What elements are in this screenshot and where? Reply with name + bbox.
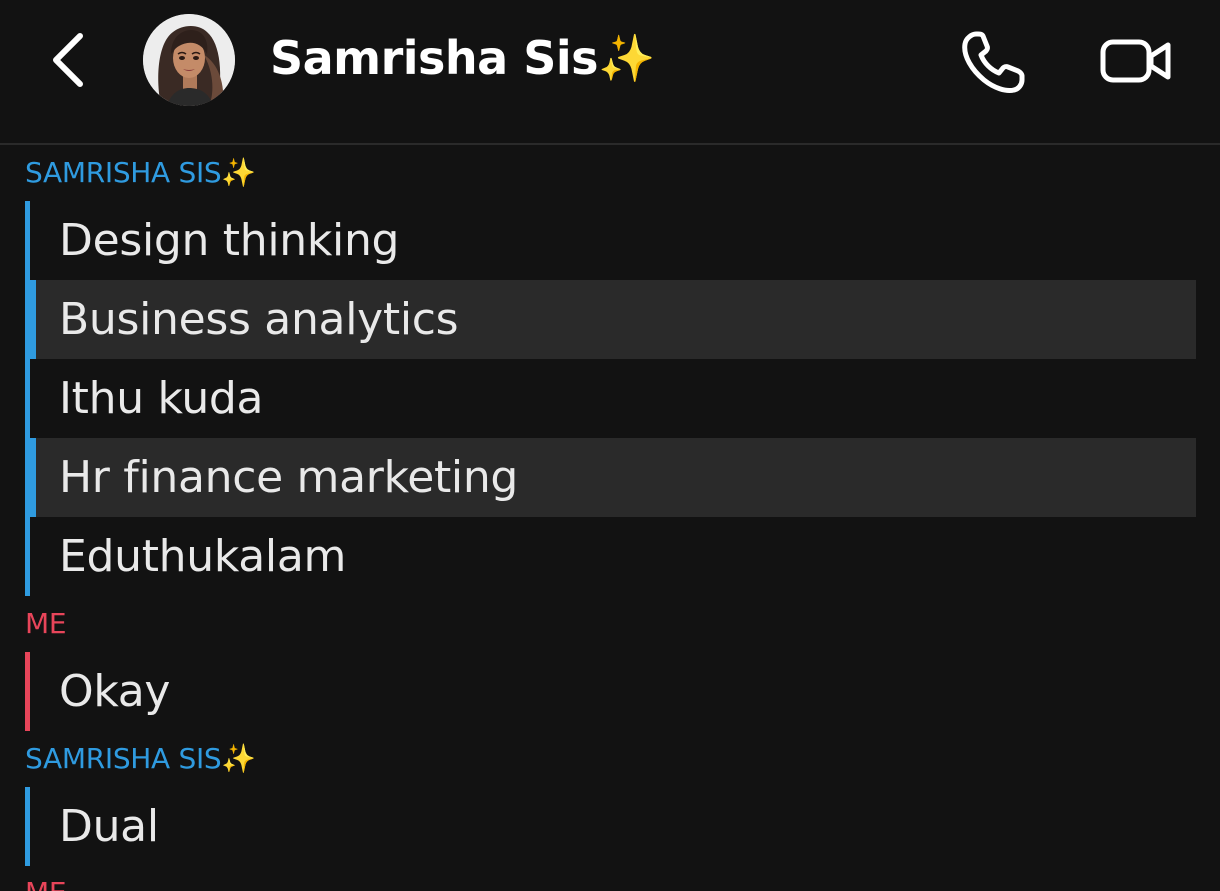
- message-item[interactable]: Ithu kuda: [25, 359, 1196, 438]
- message-item[interactable]: Business analytics: [25, 280, 1196, 359]
- bitmoji-avatar-icon: [143, 14, 235, 106]
- chat-header: Samrisha Sis✨: [0, 0, 1220, 145]
- message-item[interactable]: Hr finance marketing: [25, 438, 1196, 517]
- video-camera-icon: [1100, 39, 1171, 83]
- sender-label: SAMRISHA SIS✨: [25, 156, 256, 189]
- chevron-left-icon: [53, 33, 83, 87]
- sender-label: ME: [25, 607, 67, 640]
- call-button[interactable]: [958, 28, 1026, 96]
- message-text: Hr finance marketing: [59, 452, 519, 503]
- message-item[interactable]: Okay: [25, 652, 1196, 731]
- message-text: Design thinking: [59, 215, 400, 266]
- message-text: Eduthukalam: [59, 531, 347, 582]
- phone-icon: [962, 31, 1025, 93]
- back-button[interactable]: [40, 28, 100, 92]
- sender-label: SAMRISHA SIS✨: [25, 742, 256, 775]
- message-item[interactable]: Eduthukalam: [25, 517, 1196, 596]
- message-item[interactable]: Design thinking: [25, 201, 1196, 280]
- message-text: Business analytics: [59, 294, 459, 345]
- avatar[interactable]: [143, 14, 235, 106]
- contact-name[interactable]: Samrisha Sis✨: [270, 26, 655, 90]
- video-call-button[interactable]: [1098, 30, 1174, 94]
- chat-screen: Samrisha Sis✨ SAMRISHA SIS✨ Design think…: [0, 0, 1220, 891]
- message-text: Dual: [59, 801, 159, 852]
- message-text: Okay: [59, 666, 171, 717]
- sender-label: ME: [25, 876, 67, 891]
- message-item[interactable]: Dual: [25, 787, 1196, 866]
- message-text: Ithu kuda: [59, 373, 264, 424]
